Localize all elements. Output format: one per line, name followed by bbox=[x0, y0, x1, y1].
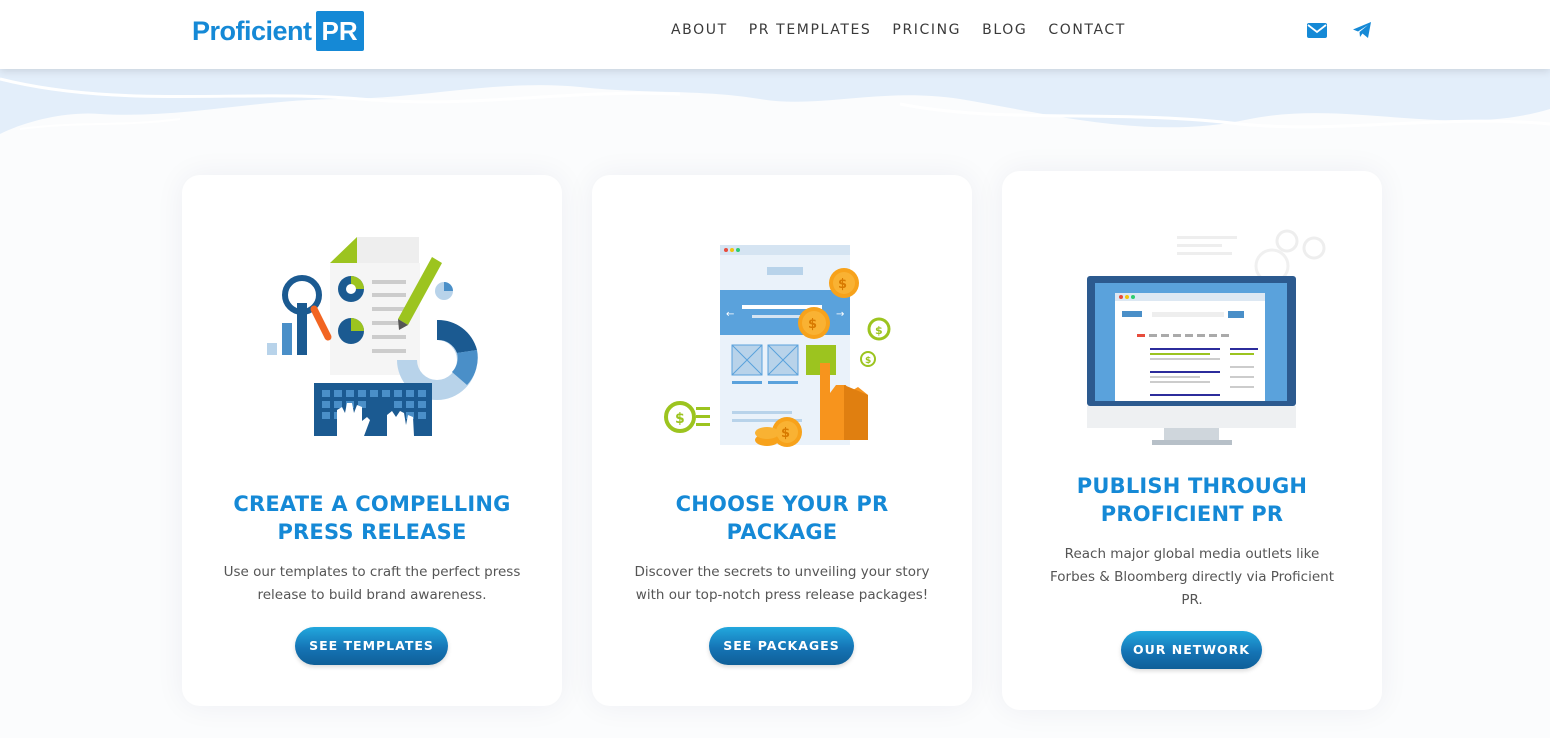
logo-badge: PR bbox=[315, 11, 364, 51]
nav-blog[interactable]: BLOG bbox=[982, 20, 1027, 40]
wave-decoration bbox=[0, 69, 1550, 134]
card-title-line2: PACKAGE bbox=[726, 520, 838, 544]
telegram-icon[interactable] bbox=[1352, 21, 1372, 39]
nav-contact[interactable]: CONTACT bbox=[1048, 20, 1126, 40]
card-title: PUBLISH THROUGH PROFICIENT PR bbox=[1022, 472, 1362, 528]
card-network: PUBLISH THROUGH PROFICIENT PR Reach majo… bbox=[1002, 171, 1382, 710]
card-desc-line2: release to build brand awareness. bbox=[257, 587, 487, 603]
card-title: CHOOSE YOUR PR PACKAGE bbox=[612, 490, 952, 546]
site-header: Proficient PR ABOUT PR TEMPLATES PRICING… bbox=[0, 0, 1550, 69]
nav-pr-templates[interactable]: PR TEMPLATES bbox=[749, 20, 872, 40]
press-release-illustration bbox=[267, 237, 478, 436]
logo-text: Proficient bbox=[192, 15, 312, 46]
envelope-icon[interactable] bbox=[1307, 21, 1327, 39]
card-description: Use our templates to craft the perfect p… bbox=[212, 561, 532, 607]
card-title-line1: CHOOSE YOUR PR bbox=[675, 492, 889, 516]
card-description: Discover the secrets to unveiling your s… bbox=[622, 561, 942, 607]
card-packages: ← → $ $ $ $ $ $ CHOOSE YOUR PR PACKAGE D… bbox=[592, 175, 972, 706]
monitor-illustration bbox=[1087, 229, 1326, 445]
card-title: CREATE A COMPELLING PRESS RELEASE bbox=[202, 490, 542, 546]
main-nav: ABOUT PR TEMPLATES PRICING BLOG CONTACT bbox=[671, 20, 1147, 40]
card-templates: CREATE A COMPELLING PRESS RELEASE Use ou… bbox=[182, 175, 562, 706]
card-desc-line1: Reach major global media outlets like bbox=[1064, 546, 1320, 562]
logo[interactable]: Proficient PR bbox=[192, 11, 364, 51]
see-packages-button[interactable]: SEE PACKAGES bbox=[709, 627, 854, 665]
svg-text:$: $ bbox=[838, 277, 847, 292]
svg-text:←: ← bbox=[726, 309, 734, 320]
card-title-line2: PROFICIENT PR bbox=[1100, 502, 1284, 526]
svg-text:$: $ bbox=[781, 426, 790, 441]
see-templates-button[interactable]: SEE TEMPLATES bbox=[295, 627, 448, 665]
nav-about[interactable]: ABOUT bbox=[671, 20, 728, 40]
svg-text:→: → bbox=[836, 309, 844, 320]
svg-text:$: $ bbox=[808, 317, 817, 332]
card-description: Reach major global media outlets like Fo… bbox=[1032, 543, 1352, 612]
card-title-line1: CREATE A COMPELLING bbox=[233, 492, 511, 516]
card-desc-line2: Forbes & Bloomberg directly via Proficie… bbox=[1049, 569, 1335, 585]
card-title-line1: PUBLISH THROUGH bbox=[1076, 474, 1308, 498]
svg-text:$: $ bbox=[675, 411, 685, 427]
card-desc-line1: Use our templates to craft the perfect p… bbox=[223, 564, 521, 580]
pr-package-illustration: ← → $ $ $ $ $ $ bbox=[664, 245, 891, 447]
nav-pricing[interactable]: PRICING bbox=[892, 20, 961, 40]
svg-text:$: $ bbox=[865, 356, 871, 366]
card-desc-line1: Discover the secrets to unveiling your s… bbox=[634, 564, 930, 580]
our-network-button[interactable]: OUR NETWORK bbox=[1121, 631, 1262, 669]
card-desc-line3: PR. bbox=[1181, 592, 1203, 608]
card-title-line2: PRESS RELEASE bbox=[277, 520, 467, 544]
svg-text:$: $ bbox=[875, 324, 883, 337]
card-desc-line2: with our top-notch press release package… bbox=[635, 587, 929, 603]
